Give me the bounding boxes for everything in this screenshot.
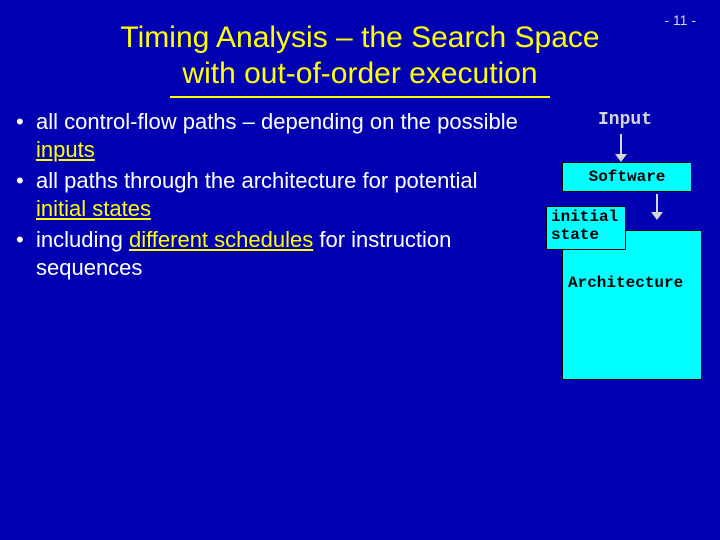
architecture-box bbox=[562, 230, 702, 380]
diagram: Input Software initial state Architectur… bbox=[526, 100, 706, 390]
bullet-1-text: all control-flow paths – depending on th… bbox=[36, 109, 518, 134]
bullet-3: including different schedules for instru… bbox=[10, 224, 530, 283]
initial-state-box: initial state bbox=[546, 206, 626, 250]
bullet-2: all paths through the architecture for p… bbox=[10, 165, 530, 224]
bullet-2-keyword: initial states bbox=[36, 196, 151, 221]
bullet-1: all control-flow paths – depending on th… bbox=[10, 106, 530, 165]
slide-title: Timing Analysis – the Search Space with … bbox=[0, 0, 720, 96]
software-box: Software bbox=[562, 162, 692, 192]
arrow-software-to-arch bbox=[656, 194, 658, 214]
architecture-label: Architecture bbox=[568, 274, 683, 292]
title-line-1: Timing Analysis – the Search Space bbox=[120, 21, 599, 54]
initial-line-2: state bbox=[551, 226, 599, 244]
title-underline bbox=[170, 96, 550, 98]
input-label: Input bbox=[598, 110, 652, 130]
bullet-1-keyword: inputs bbox=[36, 137, 95, 162]
bullet-3-keyword: different schedules bbox=[129, 227, 313, 252]
initial-line-1: initial bbox=[551, 208, 618, 226]
title-line-2: with out-of-order execution bbox=[182, 57, 537, 90]
bullet-3-pre: including bbox=[36, 227, 129, 252]
bullet-2-text: all paths through the architecture for p… bbox=[36, 168, 478, 193]
page-number: - 11 - bbox=[664, 12, 696, 28]
arrow-input-to-software bbox=[620, 134, 622, 156]
bullet-list: all control-flow paths – depending on th… bbox=[10, 106, 530, 283]
